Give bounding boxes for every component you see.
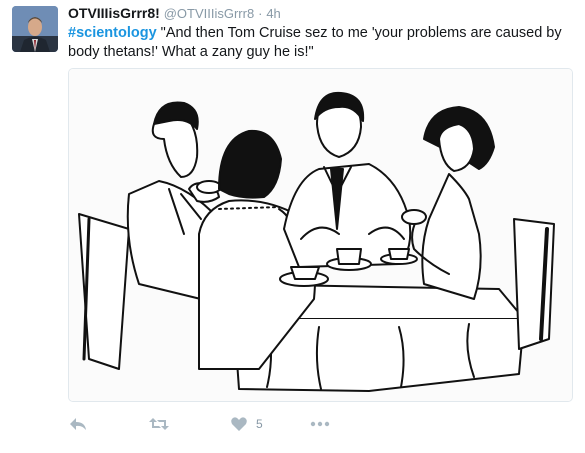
display-name[interactable]: OTVIIIisGrrr8! [68,5,160,21]
more-icon[interactable] [310,420,330,428]
heart-icon[interactable] [230,416,248,432]
retweet-icon[interactable] [148,416,170,432]
separator-dot: · [258,6,263,21]
hashtag-link[interactable]: #scientology [68,25,157,41]
reply-button[interactable] [68,414,88,434]
tweet-text: #scientology "And then Tom Cruise sez to… [68,24,568,62]
like-count: 5 [256,417,263,431]
tweet-actions: 5 [68,414,468,434]
like-button[interactable]: 5 [230,414,263,434]
user-handle[interactable]: @OTVIIIisGrrr8 [164,6,254,21]
more-button[interactable] [310,414,330,434]
tweet-image[interactable] [68,68,573,402]
timestamp[interactable]: 4h [266,6,280,21]
retweet-button[interactable] [148,414,170,434]
tweet-header: OTVIIIisGrrr8! @OTVIIIisGrrr8 · 4h [68,4,281,23]
reply-icon[interactable] [68,416,88,432]
avatar[interactable] [12,6,58,52]
tweet-card[interactable]: OTVIIIisGrrr8! @OTVIIIisGrrr8 · 4h #scie… [0,0,585,453]
